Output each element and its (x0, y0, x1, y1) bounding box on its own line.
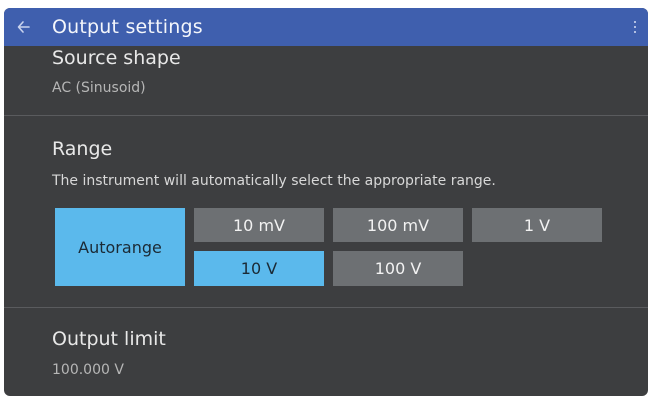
range-10mv-button[interactable]: 10 mV (194, 208, 324, 242)
output-limit-value: 100.000 V (52, 362, 124, 378)
divider (4, 115, 648, 116)
more-options-icon[interactable] (632, 19, 638, 35)
back-arrow-icon[interactable] (16, 17, 32, 37)
output-limit-title: Output limit (52, 328, 166, 350)
divider (4, 307, 648, 308)
page-title: Output settings (52, 16, 203, 38)
range-1v-button[interactable]: 1 V (472, 208, 602, 242)
app-bar: Output settings (4, 8, 648, 46)
autorange-button[interactable]: Autorange (55, 208, 185, 286)
source-shape-title: Source shape (52, 47, 181, 69)
range-title: Range (52, 138, 113, 160)
range-100mv-button[interactable]: 100 mV (333, 208, 463, 242)
range-10v-button[interactable]: 10 V (194, 251, 324, 286)
source-shape-value: AC (Sinusoid) (52, 80, 146, 96)
range-100v-button[interactable]: 100 V (333, 251, 463, 286)
screen: Output settings Source shape AC (Sinusoi… (4, 8, 648, 396)
range-description: The instrument will automatically select… (52, 173, 496, 189)
